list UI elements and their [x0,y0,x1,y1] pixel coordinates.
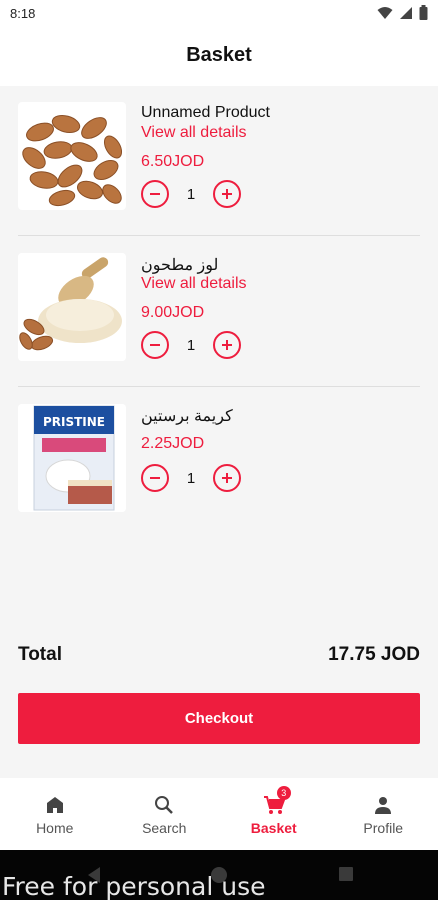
quantity-stepper: 1 [141,331,241,359]
minus-icon [150,344,160,346]
quantity-value: 1 [186,469,196,487]
cart-icon: 3 [263,786,291,816]
decrease-quantity-button[interactable] [141,464,169,492]
almonds-image[interactable] [18,102,126,210]
wifi-icon [377,6,393,19]
app-header: Basket [0,28,438,86]
quantity-value: 1 [186,185,196,203]
divider [18,235,420,236]
search-icon [154,794,174,816]
nav-label: Home [36,820,74,836]
nav-label: Search [142,820,187,836]
recents-icon[interactable] [338,866,354,882]
watermark: Free for personal use [2,872,266,900]
plus-icon [222,340,232,350]
item-price: 9.00JOD [141,304,205,321]
bottom-nav: Home Search 3 Basket Profile [0,778,438,850]
pristine-cream-box-image[interactable]: PRISTINE [18,404,126,512]
view-details-link[interactable]: View all details [141,275,247,293]
total-row: Total 17.75 JOD [18,640,420,670]
item-name: كريمة برستين [141,408,233,425]
item-name: لوز مطحون [141,257,219,274]
nav-item-basket[interactable]: 3 Basket [219,778,329,850]
plus-icon [222,473,232,483]
quantity-stepper: 1 [141,180,241,208]
total-value: 17.75 JOD [328,644,420,665]
person-icon [373,794,393,816]
basket-item: لوز مطحون View all details 9.00JOD 1 [0,237,438,387]
divider [18,386,420,387]
increase-quantity-button[interactable] [213,464,241,492]
minus-icon [150,193,160,195]
page-title: Basket [186,44,252,66]
minus-icon [150,477,160,479]
nav-item-profile[interactable]: Profile [329,778,438,850]
svg-text:PRISTINE: PRISTINE [43,415,105,429]
nav-item-home[interactable]: Home [0,778,110,850]
home-icon [45,794,65,816]
total-label: Total [18,644,62,665]
basket-item: PRISTINE كريمة برستين 2.25JOD 1 [0,388,438,538]
item-price: 6.50JOD [141,153,205,170]
nav-label: Profile [363,820,404,836]
quantity-stepper: 1 [141,464,241,492]
signal-icon [400,6,412,19]
checkout-button[interactable]: Checkout [18,693,420,744]
plus-icon [222,189,232,199]
increase-quantity-button[interactable] [213,180,241,208]
item-price: 2.25JOD [141,435,205,452]
quantity-value: 1 [186,336,196,354]
status-icons [377,5,428,20]
cart-count-badge: 3 [276,786,291,800]
ground-almond-image[interactable] [18,253,126,361]
basket-item: Unnamed Product View all details 6.50JOD… [0,86,438,236]
nav-label: Basket [250,820,297,836]
decrease-quantity-button[interactable] [141,331,169,359]
nav-item-search[interactable]: Search [110,778,220,850]
status-time: 8:18 [10,6,36,21]
view-details-link[interactable]: View all details [141,124,247,142]
battery-icon [419,5,428,20]
increase-quantity-button[interactable] [213,331,241,359]
status-bar: 8:18 [0,0,438,28]
decrease-quantity-button[interactable] [141,180,169,208]
item-name: Unnamed Product [141,104,270,121]
system-nav-bar: Free for personal use [0,850,438,900]
